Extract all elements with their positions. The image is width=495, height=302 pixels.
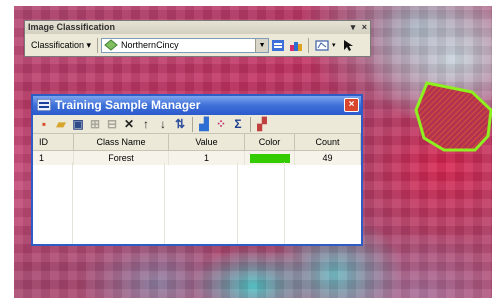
select-pointer-icon[interactable]: [341, 39, 355, 52]
draw-tool-dropdown-icon[interactable]: ▾: [332, 41, 336, 49]
save-icon[interactable]: ▣: [70, 117, 86, 131]
toolbar-close-icon[interactable]: ×: [362, 22, 367, 32]
chevron-down-icon[interactable]: ▼: [255, 38, 269, 52]
split-icon[interactable]: ⊞: [87, 117, 103, 131]
column-header-color[interactable]: Color: [244, 134, 295, 151]
toolbar-separator: [97, 37, 99, 53]
toolbar-titlebar[interactable]: Image Classification ▾ ×: [25, 21, 370, 34]
toolbar-separator: [192, 116, 193, 132]
toolbar-separator: [308, 37, 310, 53]
tsm-title: Training Sample Manager: [55, 98, 201, 112]
classification-menu-button[interactable]: Classification ▾: [28, 40, 94, 51]
merge-classes-icon[interactable]: ⊟: [104, 117, 120, 131]
open-folder-icon[interactable]: ▰: [53, 117, 69, 131]
delete-icon[interactable]: ✕: [121, 117, 137, 131]
column-header-value[interactable]: Value: [168, 134, 245, 151]
show-class-icon[interactable]: ▞: [254, 117, 270, 131]
polygon-shape[interactable]: [414, 81, 492, 152]
tsm-window-icon: [37, 99, 51, 111]
column-divider: [284, 162, 285, 244]
training-samples-table: ID Class Name Value Color Count 1 Forest…: [33, 134, 361, 165]
draw-polygon-icon[interactable]: [314, 39, 330, 52]
statistics-icon[interactable]: Σ: [230, 117, 246, 131]
column-divider: [237, 162, 238, 244]
move-up-icon[interactable]: ↑: [138, 117, 154, 131]
toolbar-dropdown-icon[interactable]: ▾: [351, 22, 356, 32]
image-classification-toolbar: Image Classification ▾ × Classification …: [24, 20, 371, 57]
layer-select[interactable]: NorthernCincy ▼: [101, 37, 270, 53]
column-header-class-name[interactable]: Class Name: [73, 134, 169, 151]
histogram-icon[interactable]: ▟: [196, 117, 212, 131]
column-divider: [72, 162, 73, 244]
table-empty-area[interactable]: [33, 162, 361, 244]
tsm-titlebar[interactable]: Training Sample Manager ×: [33, 96, 361, 115]
close-button[interactable]: ×: [344, 98, 359, 112]
merge-icon[interactable]: ▪: [36, 117, 52, 131]
reset-order-icon[interactable]: ⇅: [172, 117, 188, 131]
move-down-icon[interactable]: ↓: [155, 117, 171, 131]
layer-select-value: NorthernCincy: [121, 40, 179, 50]
tsm-toolbar: ▪ ▰ ▣ ⊞ ⊟ ✕ ↑ ↓ ⇅ ▟ ⁘ Σ ▞: [33, 115, 361, 134]
column-divider: [164, 162, 165, 244]
training-sample-manager-icon[interactable]: [271, 39, 285, 52]
toolbar-title: Image Classification: [28, 22, 116, 32]
column-header-id[interactable]: ID: [33, 134, 74, 151]
toolbar-separator: [250, 116, 251, 132]
raster-layer-icon: [104, 39, 118, 51]
column-header-count[interactable]: Count: [294, 134, 361, 151]
training-sample-manager-window: Training Sample Manager × ▪ ▰ ▣ ⊞ ⊟ ✕ ↑ …: [31, 94, 363, 246]
table-header-row: ID Class Name Value Color Count: [33, 134, 361, 151]
scatterplot-icon[interactable]: ⁘: [213, 117, 229, 131]
classify-icon[interactable]: [289, 39, 303, 52]
